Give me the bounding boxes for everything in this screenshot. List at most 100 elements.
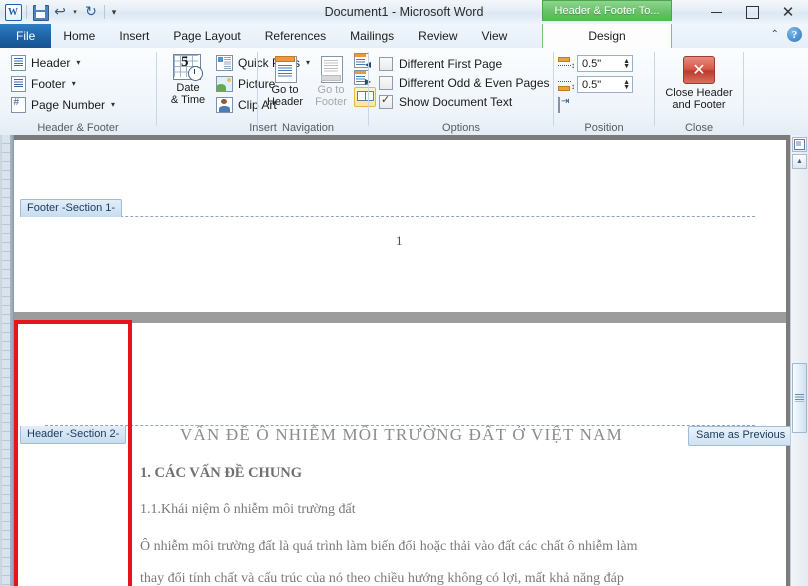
help-icon[interactable]: ? [787, 27, 802, 42]
annotation-rectangle [14, 320, 132, 586]
group-title-close: Close [684, 122, 714, 134]
vertical-ruler-track [2, 135, 10, 586]
page-number-icon [11, 96, 26, 113]
tab-design[interactable]: Design [542, 24, 672, 48]
header-from-top-field[interactable]: ↕ 0.5" ▲ ▼ [558, 53, 633, 74]
scrollbar-thumb[interactable] [792, 363, 807, 433]
same-as-previous-tab: Same as Previous [688, 426, 794, 446]
document-heading-2: 1.1.Khái niệm ô nhiễm môi trường đất [140, 502, 356, 517]
vertical-scrollbar[interactable]: ▲ [790, 135, 808, 586]
scrollbar-grip-icon [795, 394, 804, 402]
qat-divider-2 [104, 5, 105, 19]
page-number-label: Page Number [31, 97, 106, 112]
different-odd-even-checkbox[interactable]: Different Odd & Even Pages [379, 73, 550, 92]
footer-from-bottom-spinner[interactable]: 0.5" ▲ ▼ [577, 76, 633, 93]
tab-home[interactable]: Home [51, 24, 107, 48]
document-paragraph-line-2: thay đổi tính chất và cấu trúc của nó th… [140, 571, 624, 586]
customize-qat-glyph: ▾ [111, 6, 117, 17]
tab-view[interactable]: View [470, 24, 520, 48]
show-document-text-checkbox-box [379, 93, 393, 109]
quick-parts-icon [216, 54, 233, 71]
go-to-header-button[interactable]: Go to Header [262, 54, 308, 108]
tab-review[interactable]: Review [406, 24, 469, 48]
maximize-button[interactable] [734, 1, 770, 23]
date-time-button[interactable]: 5 Date & Time [163, 54, 213, 106]
save-icon[interactable] [31, 3, 49, 21]
undo-caret-glyph: ▾ [73, 9, 77, 16]
ribbon-design: Header ▾ Footer ▾ Page Number ▾ Header &… [0, 48, 808, 136]
document-paragraph-line-1: Ô nhiễm môi trường đất là quá trình làm … [140, 539, 638, 554]
different-odd-even-label: Different Odd & Even Pages [399, 75, 550, 90]
page-number-button[interactable]: Page Number ▾ [8, 94, 118, 115]
group-options: Different First Page Different Odd & Eve… [369, 48, 553, 135]
group-title-position: Position [584, 122, 624, 134]
qat-divider-1 [26, 5, 27, 19]
scroll-up-button[interactable]: ▲ [792, 154, 807, 169]
different-first-page-checkbox-box [379, 56, 393, 71]
footer-section-1-tab: Footer -Section 1- [20, 199, 123, 217]
document-header-title: VẤN ĐỀ Ô NHIỄM MÔI TRƯỜNG ĐẤT Ở VIỆT NAM [180, 425, 623, 444]
footer-from-bottom-arrows[interactable]: ▲ ▼ [623, 79, 630, 91]
date-time-label-2: & Time [170, 94, 206, 106]
customize-qat-icon[interactable]: ▾ [109, 3, 120, 21]
word-logo-glyph: W [4, 3, 22, 21]
tab-page-layout[interactable]: Page Layout [161, 24, 252, 48]
group-navigation: Go to Header Go to Footer ◀ ▶ [258, 48, 376, 135]
header-from-top-spinner[interactable]: 0.5" ▲ ▼ [577, 55, 633, 72]
select-browse-object-icon[interactable] [792, 137, 807, 152]
title-bar: Document1 - Microsoft Word W ↩ ▾ ↻ ▾ Hea… [0, 0, 808, 25]
different-first-page-checkbox[interactable]: Different First Page [379, 54, 550, 73]
date-time-label-1: Date [176, 82, 200, 94]
header-icon [11, 54, 26, 71]
header-caret-icon: ▾ [76, 58, 81, 67]
date-time-icon: 5 [173, 54, 203, 82]
insert-alignment-tab-button[interactable] [558, 97, 633, 113]
close-button[interactable]: ✕ [770, 1, 806, 23]
redo-icon[interactable]: ↻ [82, 3, 100, 21]
footer-page-number: 1 [396, 233, 403, 248]
page-1[interactable] [14, 140, 786, 312]
undo-glyph: ↩ [54, 4, 66, 20]
minimize-button[interactable] [698, 1, 734, 23]
go-to-footer-button[interactable]: Go to Footer [308, 54, 354, 108]
redo-glyph: ↻ [85, 4, 97, 20]
word-logo-icon[interactable]: W [4, 3, 22, 21]
group-title-header-footer: Header & Footer [37, 122, 119, 134]
collapse-ribbon-icon[interactable]: ⌃ [771, 29, 779, 40]
tab-references[interactable]: References [253, 24, 338, 48]
different-first-page-label: Different First Page [399, 56, 503, 71]
header-from-top-arrows[interactable]: ▲ ▼ [623, 58, 630, 70]
vertical-ruler[interactable] [0, 135, 14, 586]
tab-insert[interactable]: Insert [107, 24, 161, 48]
close-header-footer-label-2: and Footer [672, 99, 726, 111]
show-document-text-label: Show Document Text [399, 94, 513, 109]
undo-dropdown-icon[interactable]: ▾ [71, 3, 80, 21]
header-button[interactable]: Header ▾ [8, 52, 118, 73]
ribbon-tabs: File Home Insert Page Layout References … [0, 24, 519, 48]
footer-from-bottom-value: 0.5" [582, 78, 602, 91]
document-canvas[interactable]: Footer -Section 1- 1 Header -Section 2- … [0, 135, 808, 586]
header-from-top-icon: ↕ [558, 56, 575, 71]
group-insert: 5 Date & Time Quick Parts ▾ Picture [157, 48, 310, 135]
page-number-caret-icon: ▾ [111, 100, 116, 109]
footer-from-bottom-field[interactable]: ↕ 0.5" ▲ ▼ [558, 74, 633, 95]
tab-mailings[interactable]: Mailings [338, 24, 406, 48]
go-to-header-label-1: Go to [271, 84, 299, 96]
footer-label: Footer [31, 76, 66, 91]
close-header-footer-button[interactable]: ✕ Close Header and Footer [662, 56, 736, 111]
contextual-tab-label: Header & Footer To... [542, 0, 672, 21]
tab-file[interactable]: File [0, 24, 52, 48]
go-to-footer-label-1: Go to [317, 84, 345, 96]
footer-icon [11, 75, 26, 92]
footer-from-bottom-icon: ↕ [558, 78, 575, 92]
different-odd-even-checkbox-box [379, 75, 393, 90]
header-from-top-value: 0.5" [582, 57, 602, 70]
footer-button[interactable]: Footer ▾ [8, 73, 118, 94]
show-document-text-checkbox[interactable]: Show Document Text [379, 92, 550, 111]
window-controls: ✕ [698, 0, 806, 24]
close-header-footer-label-1: Close Header [665, 87, 733, 99]
group-position: ↕ 0.5" ▲ ▼ ↕ 0.5" ▲ ▼ ⇥ Position [554, 48, 654, 135]
go-to-header-label-2: Header [266, 96, 304, 108]
undo-icon[interactable]: ↩ [51, 3, 69, 21]
group-header-footer: Header ▾ Footer ▾ Page Number ▾ Header &… [0, 48, 156, 135]
